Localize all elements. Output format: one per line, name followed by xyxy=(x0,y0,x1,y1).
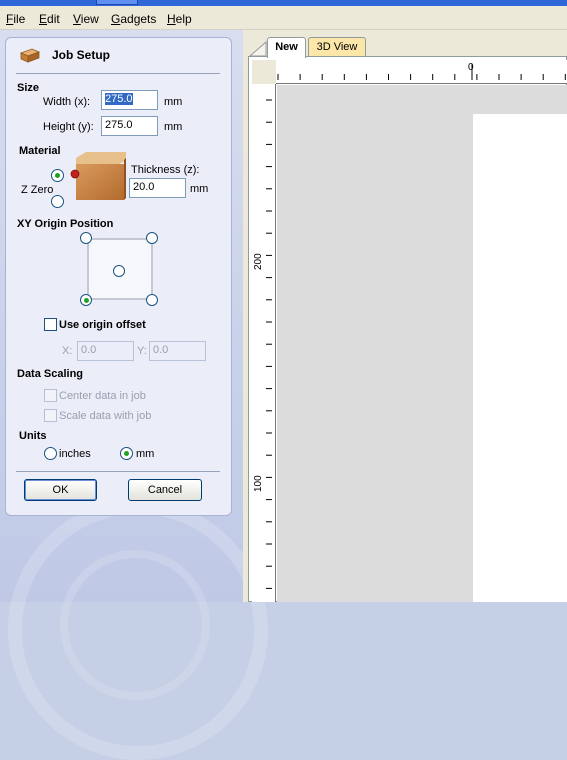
thickness-input[interactable]: 20.0 xyxy=(129,178,186,198)
menu-bar: File Edit View Gadgets Help xyxy=(0,6,567,30)
menu-edit[interactable]: Edit xyxy=(39,12,60,26)
vertical-ruler-ticks xyxy=(266,99,272,589)
material-sheet[interactable] xyxy=(473,114,567,602)
origin-center-radio[interactable] xyxy=(113,265,125,277)
origin-top-left-radio[interactable] xyxy=(80,232,92,244)
xy-origin-heading: XY Origin Position xyxy=(17,218,114,230)
size-heading: Size xyxy=(17,82,40,94)
origin-bottom-right-radio[interactable] xyxy=(146,294,158,306)
zzero-label: Z Zero xyxy=(21,184,54,196)
job-setup-panel: Job Setup Size Width (x): 275.0 mm Heigh… xyxy=(5,37,232,516)
zzero-top-radio[interactable] xyxy=(51,169,64,182)
units-mm-radio[interactable] xyxy=(120,447,133,460)
scale-data-label: Scale data with job xyxy=(59,410,152,422)
tab-3d-view[interactable]: 3D View xyxy=(308,37,366,57)
zzero-bottom-radio[interactable] xyxy=(51,195,64,208)
center-data-label: Center data in job xyxy=(59,390,146,402)
decorative-watermark-inner xyxy=(60,550,210,700)
menu-view[interactable]: View xyxy=(73,12,99,26)
menu-help[interactable]: Help xyxy=(167,12,192,26)
horizontal-ruler-ticks xyxy=(277,64,566,80)
offsheet-area xyxy=(277,85,473,602)
ok-button[interactable]: OK xyxy=(24,479,97,501)
origin-bottom-left-radio[interactable] xyxy=(80,294,92,306)
data-scaling-heading: Data Scaling xyxy=(17,368,84,380)
height-label: Height (y): xyxy=(43,121,94,133)
width-label: Width (x): xyxy=(43,96,91,108)
tab-new[interactable]: New xyxy=(267,37,306,58)
material-block-icon xyxy=(70,152,126,200)
thickness-label: Thickness (z): xyxy=(131,164,200,176)
units-heading: Units xyxy=(19,430,47,442)
tab-scroll-arrow xyxy=(248,40,267,57)
menu-file[interactable]: File xyxy=(6,12,25,26)
title-bar-fragment xyxy=(96,0,138,5)
v-ruler-label-200: 200 xyxy=(253,253,264,270)
ruler-corner xyxy=(252,60,276,84)
job-setup-icon xyxy=(19,48,41,63)
width-input[interactable]: 275.0 xyxy=(101,90,158,110)
panel-title: Job Setup xyxy=(52,48,111,62)
units-inches-label: inches xyxy=(59,448,91,460)
offset-x-label: X: xyxy=(62,345,73,357)
use-origin-offset-checkbox[interactable] xyxy=(44,318,57,331)
cancel-button[interactable]: Cancel xyxy=(128,479,202,501)
scale-data-checkbox[interactable] xyxy=(44,409,57,422)
offset-x-input[interactable]: 0.0 xyxy=(77,341,134,361)
h-ruler-label-0: 0 xyxy=(468,62,474,73)
center-data-checkbox[interactable] xyxy=(44,389,57,402)
material-heading: Material xyxy=(19,145,61,157)
offsheet-area-top xyxy=(473,85,567,114)
use-origin-offset-label: Use origin offset xyxy=(59,319,146,331)
width-unit: mm xyxy=(164,96,183,108)
units-inches-radio[interactable] xyxy=(44,447,57,460)
origin-top-right-radio[interactable] xyxy=(146,232,158,244)
offset-y-label: Y: xyxy=(137,345,147,357)
height-unit: mm xyxy=(164,121,183,133)
offset-y-input[interactable]: 0.0 xyxy=(149,341,206,361)
units-mm-label: mm xyxy=(136,448,155,460)
buttons-divider xyxy=(16,471,220,472)
title-divider xyxy=(16,73,220,74)
menu-gadgets[interactable]: Gadgets xyxy=(111,12,156,26)
height-input[interactable]: 275.0 xyxy=(101,116,158,136)
v-ruler-label-100: 100 xyxy=(253,475,264,492)
thickness-unit: mm xyxy=(190,183,209,195)
